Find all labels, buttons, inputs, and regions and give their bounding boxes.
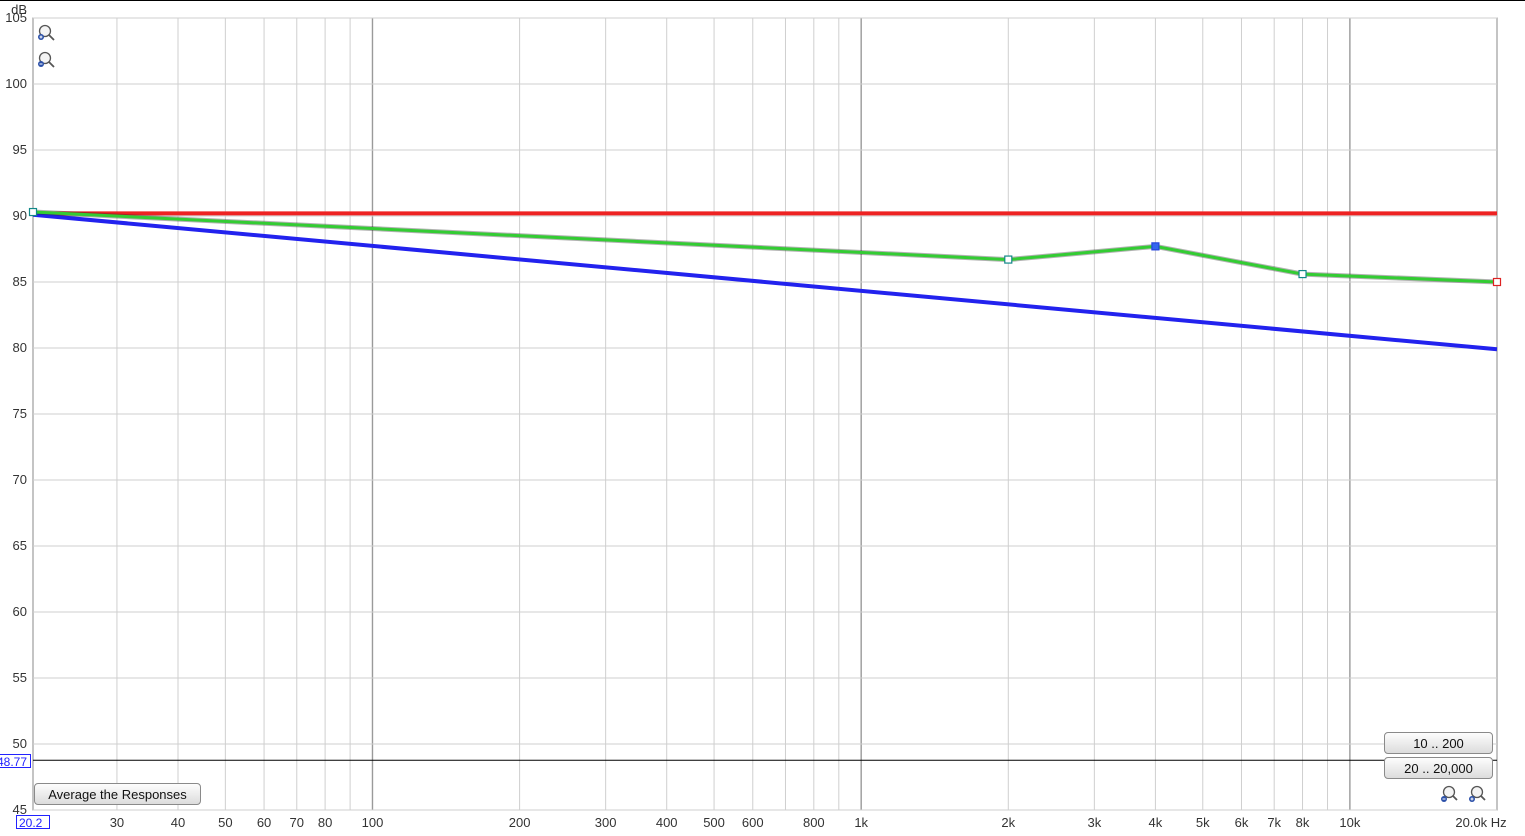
data-point-marker	[1298, 269, 1307, 279]
zoom-out-icon[interactable]	[1439, 784, 1459, 804]
x-tick-label: 40	[171, 815, 185, 830]
y-tick-label: 65	[13, 538, 27, 553]
y-tick-label: 80	[13, 340, 27, 355]
y-tick-label: 100	[5, 76, 27, 91]
frequency-response-chart[interactable]: 4550556065707580859095100105dB30 40 50 60 70…	[0, 1, 1525, 836]
range-20-20000-button[interactable]: 20 .. 20,000	[1384, 757, 1493, 779]
x-tick-label: 30	[110, 815, 124, 830]
x-tick-label: 60	[257, 815, 271, 830]
x-tick-label: 800	[803, 815, 825, 830]
x-cursor-readout: 20.2	[16, 815, 50, 830]
y-tick-label: 95	[13, 142, 27, 157]
y-axis-label: dB	[11, 2, 27, 17]
x-tick-label: 600	[742, 815, 764, 830]
y-tick-label: 75	[13, 406, 27, 421]
x-tick-label: 300	[595, 815, 617, 830]
range-10-200-button[interactable]: 10 .. 200	[1384, 732, 1493, 754]
y-tick-label: 50	[13, 736, 27, 751]
data-point-marker	[1151, 242, 1160, 251]
x-tick-label: 70	[290, 815, 304, 830]
x-tick-label: 7k	[1267, 815, 1281, 830]
x-tick-label: 1k	[854, 815, 868, 830]
data-point-marker	[1492, 277, 1502, 287]
x-tick-label: 6k	[1235, 815, 1249, 830]
y-tick-label: 85	[13, 274, 27, 289]
x-tick-label: 10k	[1339, 815, 1360, 830]
x-tick-label: 400	[656, 815, 678, 830]
x-tick-label: 50	[218, 815, 232, 830]
x-tick-label: 200	[509, 815, 531, 830]
graph-window: 45 50 55 60 65 70 75 80 85 90 95 100 105 dB 30 40 50 60 70…	[0, 0, 1525, 835]
x-tick-label: 500	[703, 815, 725, 830]
zoom-in-icon[interactable]	[36, 23, 56, 43]
x-tick-label: 100	[362, 815, 384, 830]
y-tick-label: 70	[13, 472, 27, 487]
zoom-out-icon[interactable]	[36, 50, 56, 70]
data-point-marker	[1004, 255, 1013, 264]
x-tick-label: 5k	[1196, 815, 1210, 830]
y-cursor-readout: 48.77	[0, 754, 31, 769]
x-tick-label: 3k	[1087, 815, 1101, 830]
x-tick-label: 80	[318, 815, 332, 830]
x-tick-label: 20.0k Hz	[1455, 815, 1506, 830]
average-responses-button[interactable]: Average the Responses	[34, 783, 201, 805]
y-tick-label: 60	[13, 604, 27, 619]
x-tick-label: 2k	[1001, 815, 1015, 830]
x-tick-label: 8k	[1296, 815, 1310, 830]
x-tick-label: 4k	[1149, 815, 1163, 830]
y-tick-label: 90	[13, 208, 27, 223]
y-tick-label: 55	[13, 670, 27, 685]
data-point-marker	[28, 207, 38, 217]
zoom-in-icon[interactable]	[1467, 784, 1487, 804]
